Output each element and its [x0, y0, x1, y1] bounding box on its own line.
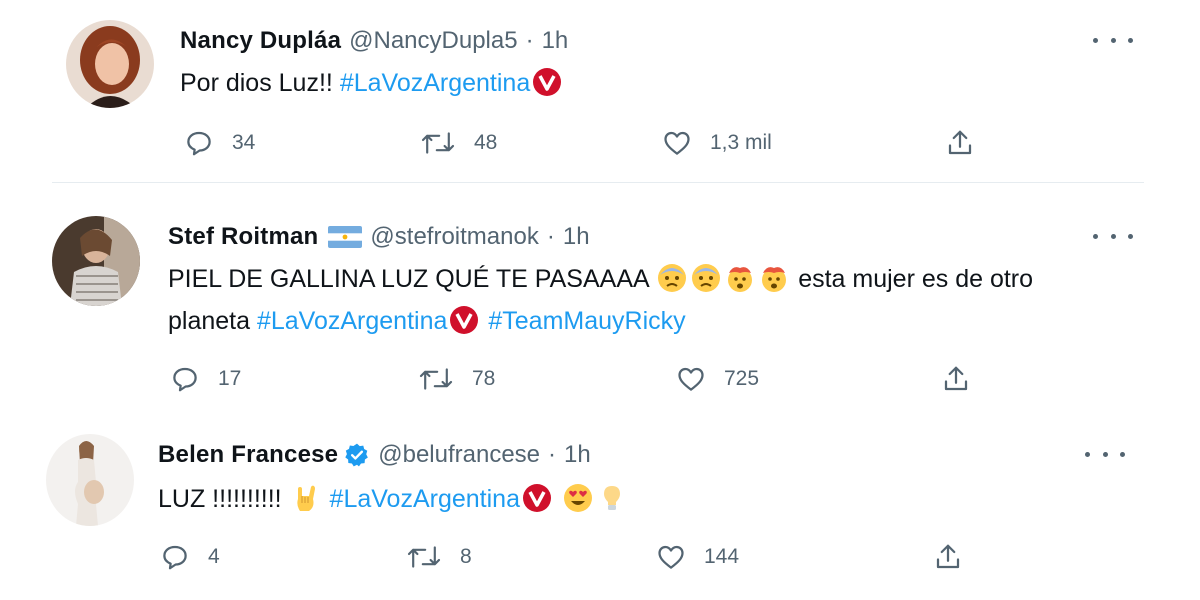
separator: ·: [525, 27, 534, 54]
la-voz-badge-icon: [522, 483, 552, 513]
heart-eyes-emoji: [563, 483, 593, 513]
author-name[interactable]: Stef Roitman: [168, 223, 318, 251]
retweet-count: 8: [460, 545, 472, 568]
tweet-stef[interactable]: Stef Roitman @stefroitmanok · 1h PIEL DE…: [0, 200, 1200, 420]
tweet-text: PIEL DE GALLINA LUZ QUÉ TE PASAAAA esta …: [168, 258, 1148, 342]
divider: [52, 182, 1144, 183]
exploding-head-emoji: [725, 263, 755, 293]
hashtag-link[interactable]: #LaVozArgentina: [257, 307, 447, 335]
like-count: 1,3 mil: [710, 131, 772, 154]
like-button[interactable]: 144: [656, 542, 739, 572]
author-handle[interactable]: @NancyDupla5: [349, 27, 517, 55]
reply-count: 34: [232, 131, 256, 154]
retweet-icon: [420, 128, 456, 158]
retweet-icon: [418, 364, 454, 394]
la-voz-badge-icon: [449, 305, 479, 335]
anxious-face-emoji: [657, 263, 687, 293]
share-button[interactable]: [933, 542, 963, 572]
hashtag-link[interactable]: #LaVozArgentina: [330, 485, 520, 513]
share-icon: [933, 542, 963, 572]
more-icon[interactable]: [1093, 226, 1133, 246]
reply-button[interactable]: 34: [184, 128, 255, 158]
retweet-icon: [406, 542, 442, 572]
share-button[interactable]: [945, 128, 975, 158]
tweet-text: LUZ !!!!!!!!!! #LaVozArgentina: [158, 478, 1138, 520]
avatar[interactable]: [46, 434, 134, 526]
author-name[interactable]: Belen Francese: [158, 441, 338, 469]
separator: ·: [548, 441, 557, 468]
hashtag-link[interactable]: #TeamMauyRicky: [488, 307, 685, 335]
text-line-2: planeta #LaVozArgentina #TeamMauyRicky: [168, 300, 1148, 342]
text-segment: Por dios Luz!!: [180, 69, 340, 97]
retweet-count: 48: [474, 131, 498, 154]
avatar[interactable]: [52, 216, 140, 306]
rock-on-hand-emoji: [291, 483, 321, 513]
argentina-flag-icon: [328, 226, 363, 248]
timestamp[interactable]: 1h: [542, 27, 569, 55]
reply-count: 4: [208, 545, 220, 568]
retweet-count: 78: [472, 367, 496, 390]
light-bulb-emoji: [597, 483, 627, 513]
retweet-button[interactable]: 78: [418, 364, 495, 394]
text-line-1: PIEL DE GALLINA LUZ QUÉ TE PASAAAA esta …: [168, 258, 1148, 300]
verified-badge-icon: [344, 442, 370, 468]
text-segment: LUZ !!!!!!!!!!: [158, 485, 289, 513]
retweet-button[interactable]: 8: [406, 542, 472, 572]
more-icon[interactable]: [1085, 444, 1125, 464]
share-icon: [945, 128, 975, 158]
timestamp[interactable]: 1h: [563, 223, 590, 251]
more-icon[interactable]: [1093, 30, 1133, 50]
author-handle[interactable]: @belufrancese: [378, 441, 540, 469]
exploding-head-emoji: [759, 263, 789, 293]
text-segment: esta mujer es de otro: [791, 265, 1034, 293]
like-button[interactable]: 1,3 mil: [662, 128, 772, 158]
timestamp[interactable]: 1h: [564, 441, 591, 469]
reply-count: 17: [218, 367, 242, 390]
like-icon: [656, 542, 686, 572]
reply-icon: [184, 128, 214, 158]
like-icon: [676, 364, 706, 394]
text-segment: planeta: [168, 307, 257, 335]
tweet-text: Por dios Luz!! #LaVozArgentina: [180, 62, 1160, 104]
retweet-button[interactable]: 48: [420, 128, 497, 158]
like-count: 725: [724, 367, 760, 390]
share-button[interactable]: [941, 364, 971, 394]
like-icon: [662, 128, 692, 158]
author-name[interactable]: Nancy Dupláa: [180, 27, 341, 55]
reply-icon: [160, 542, 190, 572]
author-handle[interactable]: @stefroitmanok: [370, 223, 538, 251]
reply-button[interactable]: 17: [170, 364, 241, 394]
anxious-face-emoji: [691, 263, 721, 293]
avatar[interactable]: [66, 20, 154, 108]
tweet-nancy[interactable]: Nancy Dupláa @NancyDupla5 · 1h Por dios …: [0, 0, 1200, 182]
like-count: 144: [704, 545, 740, 568]
hashtag-link[interactable]: #LaVozArgentina: [340, 69, 530, 97]
reply-icon: [170, 364, 200, 394]
tweet-belen[interactable]: Belen Francese @belufrancese · 1h LUZ !!…: [0, 420, 1200, 600]
text-segment: PIEL DE GALLINA LUZ QUÉ TE PASAAAA: [168, 265, 649, 293]
reply-button[interactable]: 4: [160, 542, 220, 572]
share-icon: [941, 364, 971, 394]
separator: ·: [546, 223, 555, 250]
la-voz-badge-icon: [532, 67, 562, 97]
like-button[interactable]: 725: [676, 364, 759, 394]
